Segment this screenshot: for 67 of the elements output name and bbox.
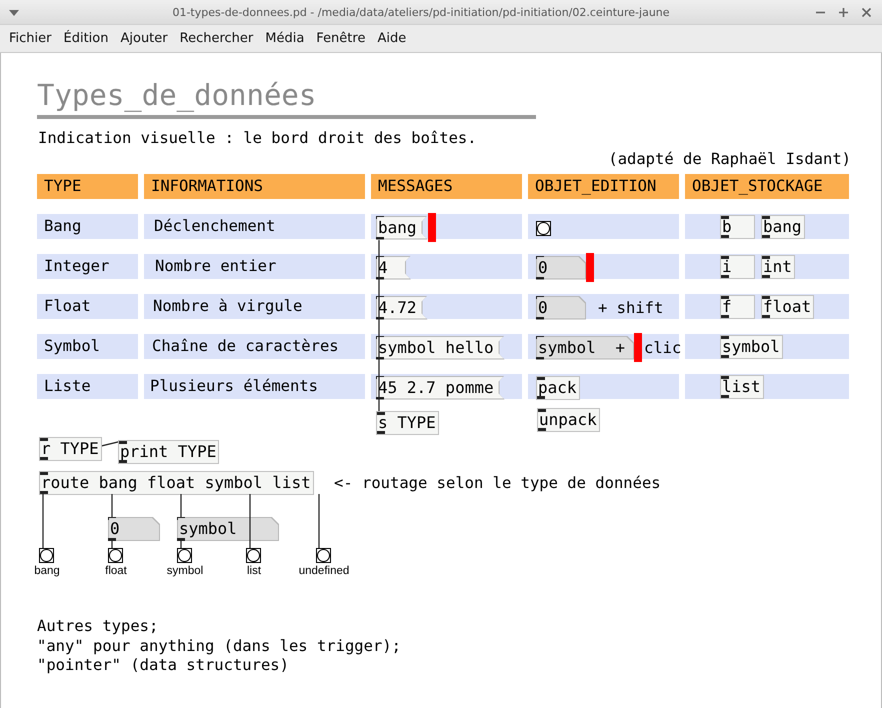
comment: "pointer" (data structures) bbox=[37, 656, 290, 676]
comment: <- routage selon le type de données bbox=[334, 473, 661, 493]
bang-label: undefined bbox=[298, 565, 350, 577]
bang-label: symbol bbox=[166, 565, 204, 577]
message-box[interactable]: 45 2.7 pomme bbox=[376, 376, 505, 400]
maximize-icon[interactable] bbox=[838, 7, 849, 18]
object-box: print TYPE bbox=[118, 440, 220, 464]
column-header: MESSAGES bbox=[371, 174, 522, 199]
info-label: Nombre entier bbox=[144, 254, 365, 279]
bang-button[interactable] bbox=[536, 221, 551, 236]
type-label: Bang bbox=[37, 214, 138, 239]
object-box: pack bbox=[536, 376, 580, 400]
column-header: TYPE bbox=[37, 174, 138, 199]
patch-title: Types_de_données bbox=[37, 78, 316, 112]
symbol-box[interactable]: symbol bbox=[177, 517, 279, 541]
object-box: f bbox=[720, 295, 755, 319]
menu-item[interactable]: Rechercher bbox=[180, 31, 254, 46]
window-title: 01-types-de-donnees.pd - /media/data/ateliers/pd-initiation/pd-initiation/02.ceinture-jaune bbox=[171, 6, 671, 18]
bang-button[interactable] bbox=[39, 548, 54, 563]
menu-item[interactable]: Média bbox=[265, 31, 304, 46]
number-box[interactable]: 0 bbox=[108, 517, 160, 541]
menu-item[interactable]: Aide bbox=[377, 31, 406, 46]
menu-item[interactable]: Ajouter bbox=[120, 31, 168, 46]
bang-button[interactable] bbox=[246, 548, 261, 563]
column-header: INFORMATIONS bbox=[144, 174, 365, 199]
number-box[interactable]: 0 bbox=[536, 296, 586, 320]
comment: clic bbox=[644, 338, 682, 358]
bang-button[interactable] bbox=[177, 548, 192, 563]
menu-item[interactable]: Fenêtre bbox=[316, 31, 366, 46]
comment: + shift bbox=[598, 298, 664, 318]
object-box: r TYPE bbox=[39, 437, 102, 461]
info-label: Nombre à virgule bbox=[144, 294, 365, 319]
menu-item[interactable]: Édition bbox=[64, 31, 108, 46]
info-label: Plusieurs éléments bbox=[144, 374, 365, 399]
object-box: route bang float symbol list bbox=[39, 471, 314, 495]
object-box: b bbox=[720, 215, 755, 239]
number-box[interactable]: 0 bbox=[536, 256, 586, 280]
column-header: OBJET_EDITION bbox=[528, 174, 679, 199]
bang-label: list bbox=[246, 565, 262, 577]
bang-button[interactable] bbox=[316, 548, 331, 563]
comment: "any" pour anything (dans les trigger); bbox=[37, 636, 401, 656]
type-label: Integer bbox=[37, 254, 138, 279]
info-label: Déclenchement bbox=[144, 214, 365, 239]
symbol-box[interactable]: symbol + bbox=[536, 336, 634, 360]
object-box: i bbox=[720, 255, 755, 279]
bang-label: bang bbox=[34, 565, 60, 577]
comment: Autres types; bbox=[37, 617, 160, 636]
comment: Indication visuelle : le bord droit des boîtes. bbox=[38, 128, 477, 148]
comment: (adapté de Raphaël Isdant) bbox=[608, 149, 851, 169]
object-box: s TYPE bbox=[376, 411, 439, 435]
object-box: symbol bbox=[720, 335, 783, 359]
object-box: float bbox=[761, 295, 814, 319]
bang-button[interactable] bbox=[108, 548, 123, 563]
bang-label: float bbox=[105, 565, 127, 577]
message-box[interactable]: symbol hello bbox=[376, 336, 505, 360]
type-label: Liste bbox=[37, 374, 138, 399]
object-box: int bbox=[761, 255, 795, 279]
object-box: unpack bbox=[537, 408, 600, 432]
window-menu-icon[interactable] bbox=[8, 9, 20, 17]
column-header: OBJET_STOCKAGE bbox=[685, 174, 849, 199]
object-box: bang bbox=[761, 215, 805, 239]
close-icon[interactable] bbox=[861, 7, 872, 18]
type-label: Symbol bbox=[37, 334, 138, 359]
object-box: list bbox=[720, 375, 764, 399]
info-label: Chaîne de caractères bbox=[144, 334, 365, 359]
type-label: Float bbox=[37, 294, 138, 319]
menu-item[interactable]: Fichier bbox=[9, 31, 52, 46]
